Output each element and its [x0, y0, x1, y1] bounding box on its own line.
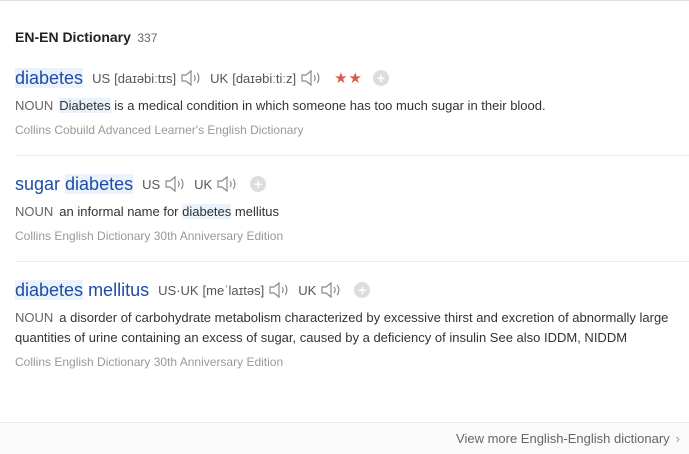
part-of-speech: NOUN	[15, 310, 54, 325]
uk-pronunciation: UK [daɪəbiːtiːz]	[210, 69, 322, 87]
part-of-speech: NOUN	[15, 204, 54, 219]
speaker-icon[interactable]	[164, 175, 186, 193]
us-label: US	[92, 70, 111, 86]
result-count: 337	[137, 31, 158, 45]
speaker-icon[interactable]	[180, 69, 202, 87]
frequency-stars: ★★	[334, 70, 363, 87]
entry-headword-row: diabetes mellitus US·UK [meˈlaɪtəs] UK +	[15, 278, 689, 302]
plus-circle-icon[interactable]: +	[354, 282, 371, 298]
definition-text: mellitus	[231, 204, 279, 219]
headword-prefix: sugar	[15, 173, 66, 194]
footer-bar: View more English-English dictionary ›	[0, 422, 689, 454]
us-uk-label: US·UK	[158, 282, 199, 298]
entry-diabetes: diabetes US [daɪəbiːtɪs] UK [daɪəbiːtiːz…	[15, 66, 689, 137]
uk-pronunciation: UK	[298, 281, 342, 299]
dictionary-source: Collins Cobuild Advanced Learner's Engli…	[15, 123, 304, 137]
plus-circle-icon[interactable]: +	[250, 176, 267, 192]
definition-text: a disorder of carbohydrate metabolism ch…	[15, 310, 669, 345]
view-more-label: View more English-English dictionary	[456, 431, 670, 446]
us-uk-pronunciation: US·UK [meˈlaɪtəs]	[158, 281, 290, 299]
us-pronunciation: US	[142, 175, 186, 193]
entry-headword-row: diabetes US [daɪəbiːtɪs] UK [daɪəbiːtiːz…	[15, 66, 689, 90]
definition: NOUN Diabetes is a medical condition in w…	[15, 96, 687, 116]
view-more-link[interactable]: View more English-English dictionary ›	[456, 431, 680, 446]
entry-divider	[15, 261, 689, 262]
speaker-icon[interactable]	[268, 281, 290, 299]
headword-highlight: diabetes	[15, 279, 84, 300]
definition-prefix: an informal name for	[59, 204, 183, 219]
uk-pronunciation: UK	[194, 175, 238, 193]
plus-circle-icon[interactable]: +	[373, 70, 389, 86]
definition: NOUN an informal name for diabetes mellit…	[15, 202, 687, 222]
us-phonetic: [daɪəbiːtɪs]	[114, 70, 177, 86]
dictionary-source: Collins English Dictionary 30th Annivers…	[15, 355, 284, 369]
headword-highlight: diabetes	[65, 173, 134, 194]
uk-phonetic: [daɪəbiːtiːz]	[232, 70, 297, 86]
uk-label: UK	[194, 176, 213, 192]
part-of-speech: NOUN	[15, 98, 54, 113]
headword-highlight: diabetes	[15, 67, 84, 88]
headword-link[interactable]: diabetes	[15, 67, 84, 89]
headword-suffix: mellitus	[83, 279, 150, 300]
us-uk-phonetic: [meˈlaɪtəs]	[202, 282, 265, 298]
entry-headword-row: sugar diabetes US UK +	[15, 172, 689, 196]
entry-diabetes-mellitus: diabetes mellitus US·UK [meˈlaɪtəs] UK +…	[15, 278, 689, 369]
us-label: US	[142, 176, 161, 192]
dictionary-title: EN-EN Dictionary	[15, 29, 131, 45]
top-divider	[0, 0, 689, 1]
speaker-icon[interactable]	[216, 175, 238, 193]
dictionary-source: Collins English Dictionary 30th Annivers…	[15, 229, 284, 243]
headword-link[interactable]: diabetes mellitus	[15, 279, 150, 301]
us-pronunciation: US [daɪəbiːtɪs]	[92, 69, 202, 87]
speaker-icon[interactable]	[320, 281, 342, 299]
definition: NOUN a disorder of carbohydrate metabolis…	[15, 308, 687, 348]
definition-highlight: diabetes	[182, 204, 232, 219]
entry-sugar-diabetes: sugar diabetes US UK + NOUN an informal n…	[15, 172, 689, 243]
uk-label: UK	[210, 70, 229, 86]
speaker-icon[interactable]	[300, 69, 322, 87]
entry-divider	[15, 155, 689, 156]
uk-label: UK	[298, 282, 317, 298]
dictionary-header: EN-EN Dictionary 337	[15, 29, 157, 47]
chevron-right-icon: ›	[675, 431, 680, 446]
definition-text: is a medical condition in which someone …	[110, 98, 546, 113]
headword-link[interactable]: sugar diabetes	[15, 173, 134, 195]
definition-highlight: Diabetes	[59, 98, 111, 113]
